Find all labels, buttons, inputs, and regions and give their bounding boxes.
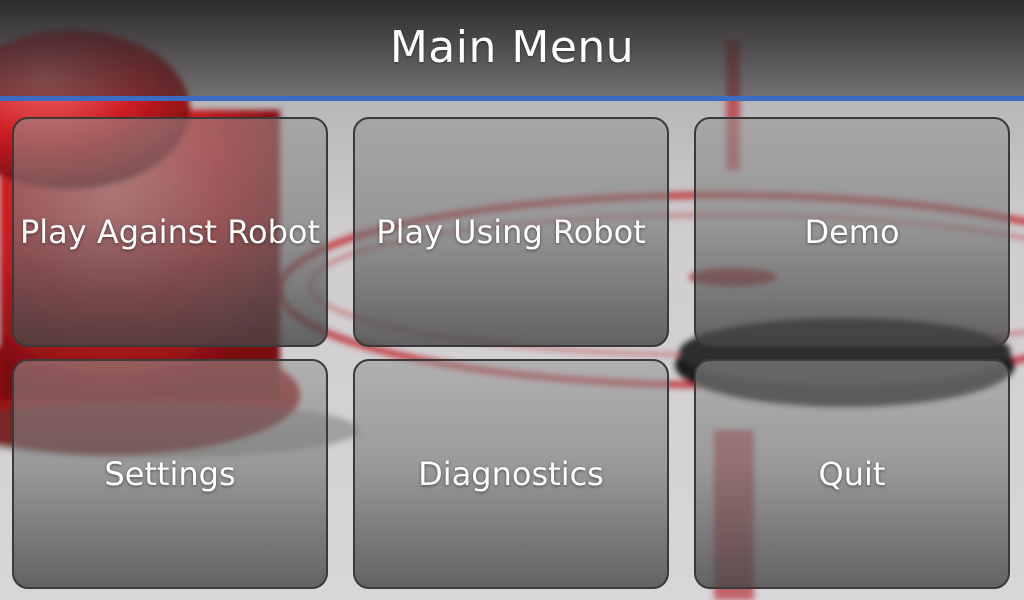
play-using-robot-label: Play Using Robot — [376, 213, 646, 251]
demo-button[interactable]: Demo — [694, 117, 1010, 347]
header-bar: Main Menu — [0, 0, 1024, 98]
main-menu-screen: Main Menu Play Against Robot Play Using … — [0, 0, 1024, 600]
play-against-robot-label: Play Against Robot — [19, 213, 321, 251]
play-using-robot-button[interactable]: Play Using Robot — [353, 117, 669, 347]
settings-button[interactable]: Settings — [12, 359, 328, 589]
page-title: Main Menu — [389, 21, 635, 73]
diagnostics-label: Diagnostics — [418, 455, 604, 493]
header-divider — [0, 96, 1024, 101]
settings-label: Settings — [104, 455, 236, 493]
quit-label: Quit — [818, 455, 886, 493]
demo-label: Demo — [804, 213, 900, 251]
quit-button[interactable]: Quit — [694, 359, 1010, 589]
play-against-robot-button[interactable]: Play Against Robot — [12, 117, 328, 347]
diagnostics-button[interactable]: Diagnostics — [353, 359, 669, 589]
